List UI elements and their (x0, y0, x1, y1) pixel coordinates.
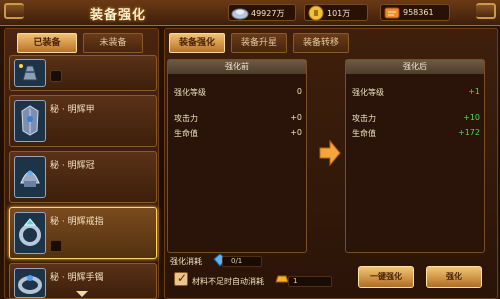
stats-after-title: 强化后 (346, 60, 484, 74)
stat-value: +172 (458, 128, 480, 137)
gold-resource: 101万 (304, 4, 368, 21)
stats-after-box: 强化后 强化等级 +1 攻击力 +10 生命值 +172 (345, 59, 485, 253)
gold-coin-icon (308, 5, 324, 21)
ring-icon (14, 212, 46, 254)
page-title: 装备强化 (90, 8, 147, 23)
stat-row: 生命值 +0 (174, 128, 302, 140)
app-window: 装备强化 49927万 101万 958361 已装备 未装备 秘 · 明辉甲 … (0, 0, 500, 299)
item-name: 秘 · 明辉冠 (50, 161, 95, 171)
stat-row: 攻击力 +0 (174, 113, 302, 125)
check-icon: ✓ (177, 271, 188, 285)
stat-row: 强化等级 0 (174, 87, 302, 99)
frame-corner-right (476, 3, 496, 19)
gold-cost: 1 (293, 277, 298, 285)
stat-value: +0 (290, 113, 302, 122)
stat-label: 强化等级 (174, 88, 206, 97)
armor-icon (14, 100, 46, 142)
gem-slot (50, 240, 62, 252)
equipment-item-selected[interactable]: 秘 · 明辉戒指 (9, 207, 157, 259)
ticket-resource: 958361 (380, 4, 450, 21)
gold-value: 101万 (327, 9, 351, 18)
item-name: 秘 · 明辉手镯 (50, 273, 104, 283)
tab-star-up[interactable]: 装备升星 (231, 33, 287, 53)
stat-value: 0 (296, 87, 302, 96)
enhance-button[interactable]: 强化 (426, 266, 482, 288)
auto-consume-label: 材料不足时自动消耗 (192, 277, 264, 286)
tab-equipped[interactable]: 已装备 (17, 33, 77, 53)
stat-row: 攻击力 +10 (352, 113, 480, 125)
gem-slot (50, 70, 62, 82)
helmet-icon (14, 156, 46, 198)
item-name: 秘 · 明辉戒指 (50, 217, 104, 227)
arrow-right-icon (319, 139, 341, 167)
frame-corner-left (4, 3, 24, 19)
stat-label: 攻击力 (352, 114, 376, 123)
consume-label: 强化消耗 (170, 257, 202, 266)
scroll-down-icon[interactable] (76, 291, 88, 297)
header-bar: 装备强化 49927万 101万 958361 (0, 0, 500, 26)
silver-ingot-icon (231, 8, 249, 20)
ticket-value: 958361 (403, 8, 434, 17)
silver-resource: 49927万 (228, 4, 296, 21)
stat-value: +1 (468, 87, 480, 96)
stat-label: 生命值 (352, 129, 376, 138)
equipment-list-panel: 已装备 未装备 秘 · 明辉甲 秘 · 明辉冠 秘 · 明辉戒指 秘 · 明辉手… (4, 28, 159, 299)
stat-value: +10 (463, 113, 480, 122)
gem-count-bar: 0/1 (222, 256, 262, 267)
stat-value: +0 (290, 128, 302, 137)
stat-row: 强化等级 +1 (352, 87, 480, 99)
tab-transfer[interactable]: 装备转移 (293, 33, 349, 53)
bracelet-icon (14, 268, 46, 298)
auto-consume-checkbox[interactable]: ✓ (174, 271, 188, 286)
stat-label: 攻击力 (174, 114, 198, 123)
stat-label: 强化等级 (352, 88, 384, 97)
silver-value: 49927万 (251, 9, 285, 18)
equipment-item[interactable] (9, 55, 157, 91)
gem-count: 0/1 (231, 257, 243, 265)
gold-cost-bar: 1 (288, 276, 332, 287)
equipment-item[interactable]: 秘 · 明辉甲 (9, 95, 157, 147)
stat-label: 生命值 (174, 129, 198, 138)
equipment-item[interactable]: 秘 · 明辉冠 (9, 151, 157, 203)
tab-unequipped[interactable]: 未装备 (83, 33, 143, 53)
scroll-ticket-icon (384, 7, 400, 19)
stats-before-title: 强化前 (168, 60, 306, 74)
stats-before-box: 强化前 强化等级 0 攻击力 +0 生命值 +0 (167, 59, 307, 253)
one-key-enhance-button[interactable]: 一键强化 (358, 266, 414, 288)
gauntlet-icon (14, 59, 46, 87)
stat-row: 生命值 +172 (352, 128, 480, 140)
tab-enhance[interactable]: 装备强化 (169, 33, 225, 53)
item-name: 秘 · 明辉甲 (50, 105, 95, 115)
